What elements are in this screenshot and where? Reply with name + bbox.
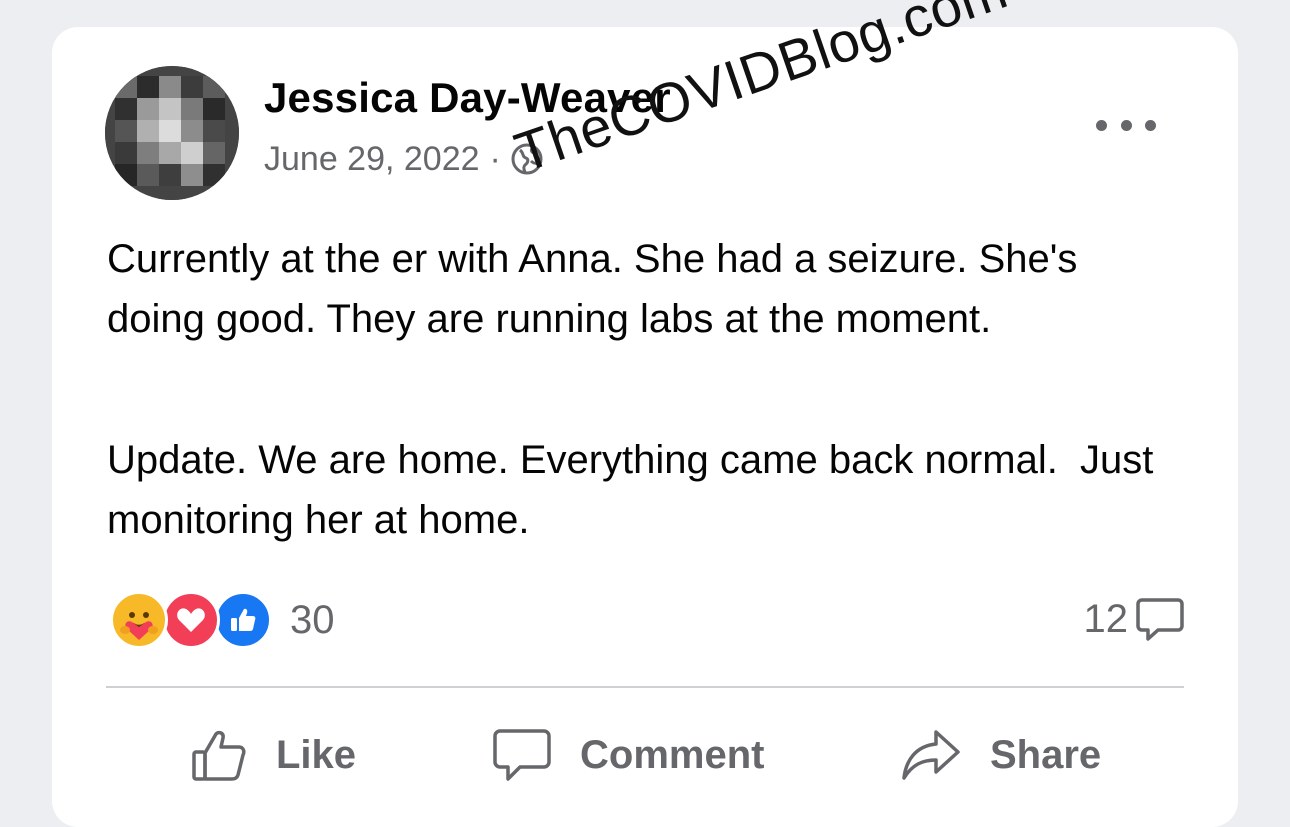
share-button[interactable]: Share (900, 722, 1101, 788)
comment-icon (493, 729, 551, 781)
post-text-paragraph: Currently at the er with Anna. She had a… (107, 237, 1089, 341)
share-label: Share (990, 732, 1102, 777)
comment-bubble-icon (1136, 598, 1184, 641)
post-meta: June 29, 2022 · (264, 138, 543, 180)
comments-count-value: 12 (1083, 596, 1129, 641)
reactions-summary[interactable]: 30 (110, 590, 335, 650)
post-text-paragraph: Update. We are home. Everything came bac… (107, 438, 1165, 542)
comment-button[interactable]: Comment (492, 722, 764, 788)
dot (1096, 119, 1107, 131)
pixelated-profile-photo (105, 66, 239, 200)
thumbs-up-icon (192, 730, 246, 781)
like-label: Like (276, 732, 357, 777)
like-button[interactable]: Like (190, 722, 356, 788)
divider (106, 686, 1184, 688)
like-reaction-icon (214, 591, 272, 649)
post-date[interactable]: June 29, 2022 (264, 140, 480, 179)
care-reaction-icon (110, 591, 168, 649)
meta-separator: · (489, 139, 501, 178)
love-reaction-icon (162, 591, 220, 649)
share-arrow-icon (902, 730, 960, 780)
comment-label: Comment (580, 732, 765, 777)
comments-count[interactable]: 12 (1084, 596, 1185, 642)
dot (1120, 119, 1132, 131)
reaction-count: 30 (290, 597, 335, 642)
dot (1145, 119, 1156, 131)
more-options-button[interactable] (1096, 110, 1156, 140)
avatar[interactable] (105, 66, 239, 200)
